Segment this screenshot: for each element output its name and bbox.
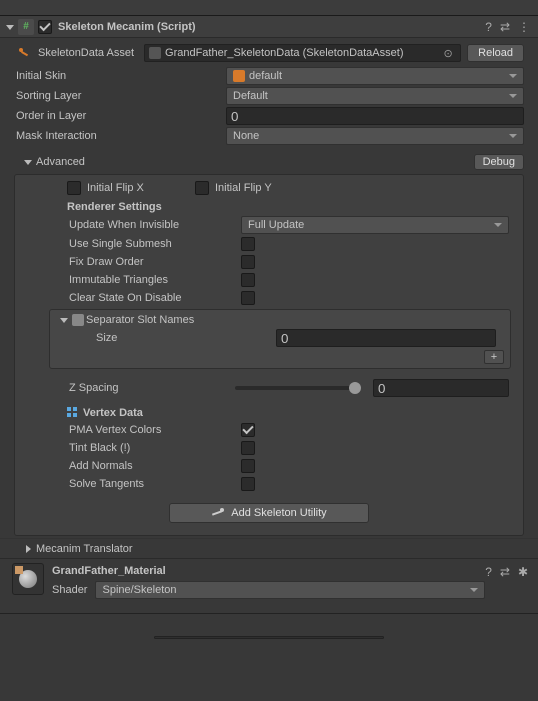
help-icon[interactable]: ? [485,20,492,34]
separator-add-button[interactable]: + [484,350,504,364]
solve-tangents-checkbox[interactable] [241,477,255,491]
context-menu-icon[interactable]: ⋮ [518,20,530,34]
sorting-layer-label: Sorting Layer [16,90,226,102]
initial-flip-x-checkbox[interactable] [67,181,81,195]
sorting-layer-value: Default [233,90,268,102]
tint-black-checkbox[interactable] [241,441,255,455]
vertex-data-icon [67,407,79,419]
separator-size-input[interactable] [276,329,496,347]
resize-handle[interactable] [154,636,384,639]
shader-label: Shader [52,584,87,596]
initial-skin-label: Initial Skin [16,70,226,82]
resize-handle-area [0,613,538,639]
update-when-invisible-label: Update When Invisible [31,219,241,231]
pma-checkbox[interactable] [241,423,255,437]
component-enabled-checkbox[interactable] [38,20,52,34]
skin-icon [233,70,245,82]
skeletondata-field[interactable]: GrandFather_SkeletonData (SkeletonDataAs… [144,44,461,62]
advanced-box: Initial Flip X Initial Flip Y Renderer S… [14,174,524,536]
reload-button[interactable]: Reload [467,44,524,62]
immutable-triangles-label: Immutable Triangles [31,274,241,286]
component-foldout[interactable] [4,21,16,33]
mecanim-translator-foldout[interactable] [22,543,34,555]
separator-foldout[interactable] [58,314,70,326]
material-settings-icon[interactable]: ✱ [518,565,528,579]
shader-dropdown[interactable]: Spine/Skeleton [95,581,485,599]
z-spacing-slider[interactable] [235,386,361,390]
component-header: # Skeleton Mecanim (Script) ? ⇄ ⋮ [0,16,538,38]
add-normals-checkbox[interactable] [241,459,255,473]
initial-flip-y-checkbox[interactable] [195,181,209,195]
advanced-foldout[interactable] [22,156,34,168]
skeletondata-value: GrandFather_SkeletonData (SkeletonDataAs… [165,47,440,59]
initial-skin-dropdown[interactable]: default [226,67,524,85]
material-block: GrandFather_Material Shader Spine/Skelet… [0,558,538,603]
skeletondata-label: SkeletonData Asset [38,47,134,59]
fix-draw-order-checkbox[interactable] [241,255,255,269]
clear-state-on-disable-label: Clear State On Disable [31,292,241,304]
vertex-data-label: Vertex Data [83,407,143,419]
pma-label: PMA Vertex Colors [31,424,241,436]
separator-size-label: Size [66,332,276,344]
preset-icon[interactable]: ⇄ [500,20,510,34]
asset-icon [149,47,161,59]
solve-tangents-label: Solve Tangents [31,478,241,490]
advanced-label: Advanced [36,156,85,168]
tint-black-label: Tint Black (!) [31,442,241,454]
mask-interaction-value: None [233,130,259,142]
initial-flip-y-label: Initial Flip Y [215,182,272,194]
spine-icon [16,45,32,61]
slot-icon [72,314,84,326]
add-skeleton-utility-button[interactable]: Add Skeleton Utility [169,503,369,523]
separator-box: Separator Slot Names Size + [49,309,511,369]
clear-state-on-disable-checkbox[interactable] [241,291,255,305]
component-title: Skeleton Mecanim (Script) [58,21,485,33]
update-when-invisible-dropdown[interactable]: Full Update [241,216,509,234]
script-icon: # [18,19,34,35]
object-picker-icon[interactable]: ⊙ [440,47,456,60]
z-spacing-label: Z Spacing [31,382,229,394]
material-preset-icon[interactable]: ⇄ [500,565,510,579]
bone-icon [211,506,225,520]
add-normals-label: Add Normals [31,460,241,472]
material-name: GrandFather_Material [52,563,485,581]
immutable-triangles-checkbox[interactable] [241,273,255,287]
z-spacing-input[interactable] [373,379,509,397]
initial-skin-value: default [249,70,282,82]
sorting-layer-dropdown[interactable]: Default [226,87,524,105]
mask-interaction-label: Mask Interaction [16,130,226,142]
material-preview-icon [12,563,44,595]
separator-label: Separator Slot Names [86,314,194,326]
material-help-icon[interactable]: ? [485,565,492,579]
update-when-invisible-value: Full Update [248,219,304,231]
shader-value: Spine/Skeleton [102,584,176,596]
order-in-layer-label: Order in Layer [16,110,226,122]
fix-draw-order-label: Fix Draw Order [31,256,241,268]
add-skeleton-utility-label: Add Skeleton Utility [231,507,326,519]
skeletondata-row: SkeletonData Asset GrandFather_SkeletonD… [0,38,538,66]
z-spacing-thumb[interactable] [349,382,361,394]
mask-interaction-dropdown[interactable]: None [226,127,524,145]
use-single-submesh-checkbox[interactable] [241,237,255,251]
debug-button[interactable]: Debug [474,154,524,170]
initial-flip-x-label: Initial Flip X [87,182,144,194]
renderer-settings-label: Renderer Settings [15,197,523,215]
order-in-layer-input[interactable] [226,107,524,125]
mecanim-translator-label: Mecanim Translator [36,543,133,555]
use-single-submesh-label: Use Single Submesh [31,238,241,250]
